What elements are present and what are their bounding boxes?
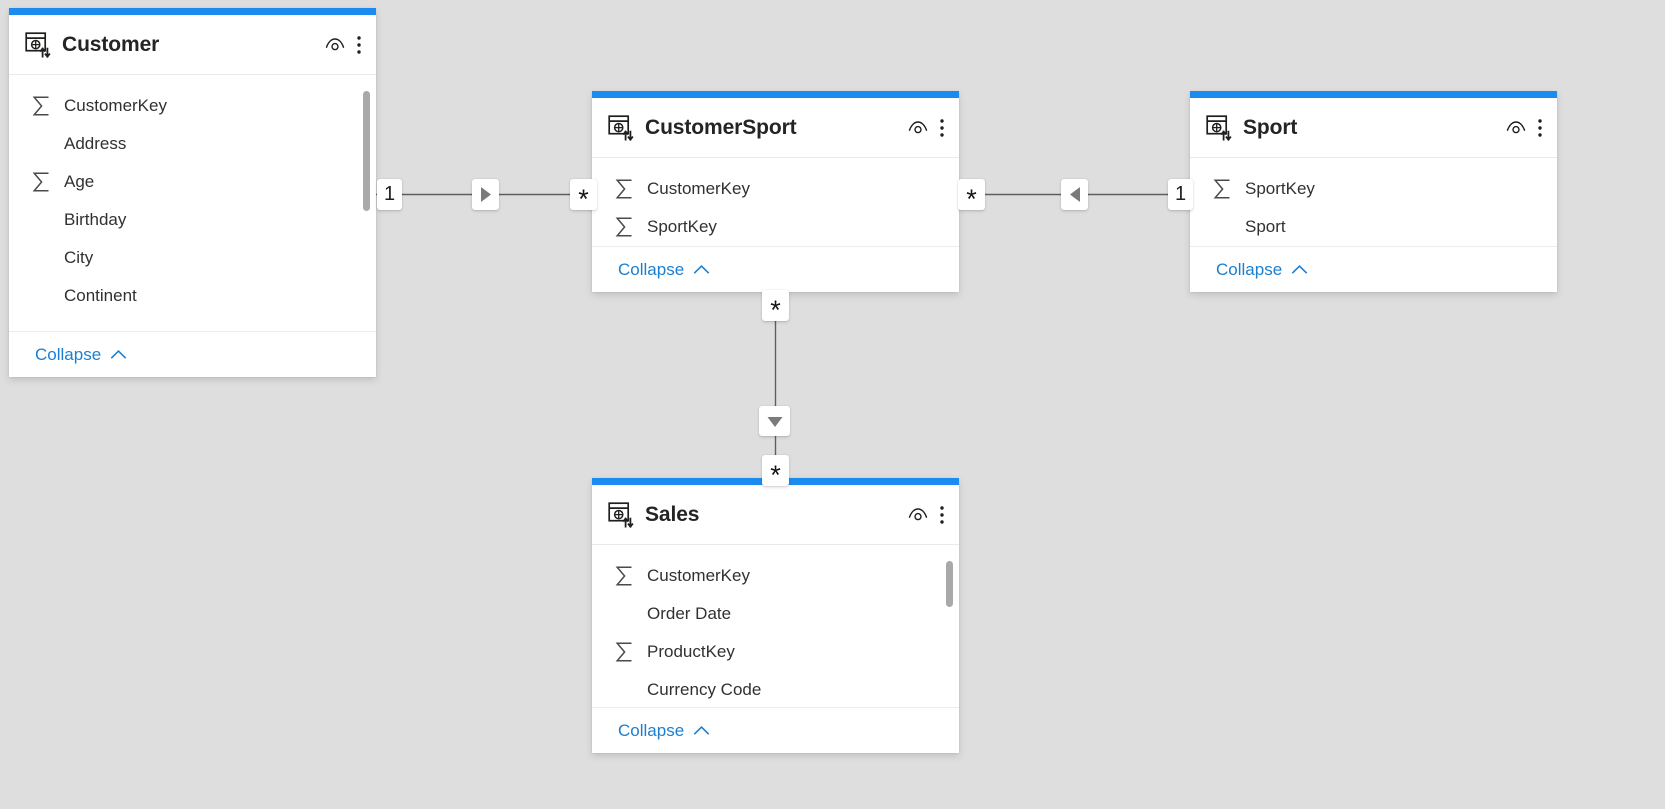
field-name: CustomerKey — [64, 96, 167, 115]
show-hide-eye-icon[interactable] — [324, 34, 346, 56]
crossfilter-arrow-down-icon[interactable] — [759, 406, 790, 436]
field-row[interactable]: CustomerKey — [9, 87, 376, 125]
field-row[interactable]: CustomerKey — [592, 170, 959, 208]
chevron-up-icon — [693, 264, 710, 274]
field-name: SportKey — [647, 217, 717, 236]
directquery-table-icon — [1206, 114, 1232, 141]
more-options-icon[interactable] — [939, 505, 945, 525]
field-row[interactable]: Continent — [9, 277, 376, 315]
field-row[interactable]: Currency Code — [592, 671, 959, 707]
more-options-icon[interactable] — [1537, 118, 1543, 138]
field-name: Age — [64, 172, 95, 191]
summarization-sigma-icon — [615, 642, 632, 662]
field-name: ProductKey — [647, 642, 735, 661]
field-name: Currency Code — [647, 680, 762, 699]
cardinality-badge-many-customersport-left[interactable]: * — [570, 179, 597, 212]
field-row[interactable]: SportKey — [592, 208, 959, 246]
show-hide-eye-icon[interactable] — [1505, 117, 1527, 139]
table-card-sport[interactable]: Sport SportKey Sport Collapse — [1190, 91, 1557, 292]
directquery-table-icon — [608, 501, 634, 528]
field-name: Continent — [64, 286, 137, 305]
field-name: CustomerKey — [647, 566, 750, 585]
field-list-customersport[interactable]: CustomerKey SportKey — [592, 158, 959, 246]
collapse-button[interactable]: Collapse — [1190, 246, 1557, 292]
field-row[interactable]: Birthday — [9, 201, 376, 239]
field-name: Address — [64, 134, 127, 153]
field-list-customer[interactable]: CustomerKey Address Age Birthday City Co… — [9, 75, 376, 331]
field-row[interactable]: Order Date — [592, 595, 959, 633]
more-options-icon[interactable] — [356, 35, 362, 55]
card-accent-bar — [592, 91, 959, 98]
directquery-table-icon — [25, 31, 51, 58]
field-list-scrollbar[interactable] — [363, 91, 370, 211]
collapse-label: Collapse — [618, 259, 685, 279]
card-accent-bar — [9, 8, 376, 15]
field-row[interactable]: Address — [9, 125, 376, 163]
summarization-sigma-icon — [1213, 179, 1230, 199]
field-row[interactable]: ProductKey — [592, 633, 959, 671]
directquery-table-icon — [608, 114, 634, 141]
collapse-label: Collapse — [35, 344, 102, 364]
show-hide-eye-icon[interactable] — [907, 117, 929, 139]
summarization-sigma-icon — [615, 217, 632, 237]
table-header-customer[interactable]: Customer — [9, 15, 376, 75]
field-list-scrollbar[interactable] — [946, 561, 953, 607]
field-name: Sport — [1245, 217, 1286, 236]
collapse-button[interactable]: Collapse — [592, 246, 959, 292]
table-title: Sport — [1243, 115, 1298, 139]
show-hide-eye-icon[interactable] — [907, 504, 929, 526]
field-name: City — [64, 248, 94, 267]
field-name: Birthday — [64, 210, 127, 229]
summarization-sigma-icon — [615, 179, 632, 199]
table-header-sport[interactable]: Sport — [1190, 98, 1557, 158]
cardinality-badge-many-customersport-bottom[interactable]: * — [762, 290, 789, 323]
table-title: Sales — [645, 502, 700, 526]
collapse-button[interactable]: Collapse — [9, 331, 376, 377]
cardinality-badge-one-sport[interactable]: 1 — [1168, 179, 1193, 210]
chevron-up-icon — [110, 349, 127, 359]
crossfilter-arrow-left-icon[interactable] — [1061, 179, 1088, 210]
cardinality-badge-many-customersport-right[interactable]: * — [958, 179, 985, 212]
more-options-icon[interactable] — [939, 118, 945, 138]
field-row[interactable]: City — [9, 239, 376, 277]
field-list-sport[interactable]: SportKey Sport — [1190, 158, 1557, 246]
table-title: Customer — [62, 32, 160, 56]
table-card-customersport[interactable]: CustomerSport CustomerKey SportKey Colla… — [592, 91, 959, 292]
card-accent-bar — [1190, 91, 1557, 98]
collapse-label: Collapse — [1216, 259, 1283, 279]
chevron-up-icon — [1291, 264, 1308, 274]
table-title: CustomerSport — [645, 115, 797, 139]
field-name: SportKey — [1245, 179, 1315, 198]
summarization-sigma-icon — [615, 566, 632, 586]
cardinality-badge-one-customer[interactable]: 1 — [377, 179, 402, 210]
chevron-up-icon — [693, 725, 710, 735]
field-list-sales[interactable]: CustomerKey Order Date ProductKey Curren… — [592, 545, 959, 707]
table-card-customer[interactable]: Customer CustomerKey Address Age Birthda… — [9, 8, 376, 377]
field-row[interactable]: Sport — [1190, 208, 1557, 246]
crossfilter-arrow-right-icon[interactable] — [472, 179, 499, 210]
field-row[interactable]: SportKey — [1190, 170, 1557, 208]
table-header-sales[interactable]: Sales — [592, 485, 959, 545]
table-card-sales[interactable]: Sales CustomerKey Order Date ProductKey … — [592, 478, 959, 753]
model-view-canvas[interactable]: Customer CustomerKey Address Age Birthda… — [0, 0, 1665, 809]
field-name: Order Date — [647, 604, 732, 623]
summarization-sigma-icon — [32, 172, 49, 192]
cardinality-badge-many-sales-top[interactable]: * — [762, 455, 789, 488]
field-row[interactable]: CustomerKey — [592, 557, 959, 595]
field-row[interactable]: Age — [9, 163, 376, 201]
collapse-button[interactable]: Collapse — [592, 707, 959, 753]
table-header-customersport[interactable]: CustomerSport — [592, 98, 959, 158]
summarization-sigma-icon — [32, 96, 49, 116]
collapse-label: Collapse — [618, 720, 685, 740]
field-name: CustomerKey — [647, 179, 750, 198]
